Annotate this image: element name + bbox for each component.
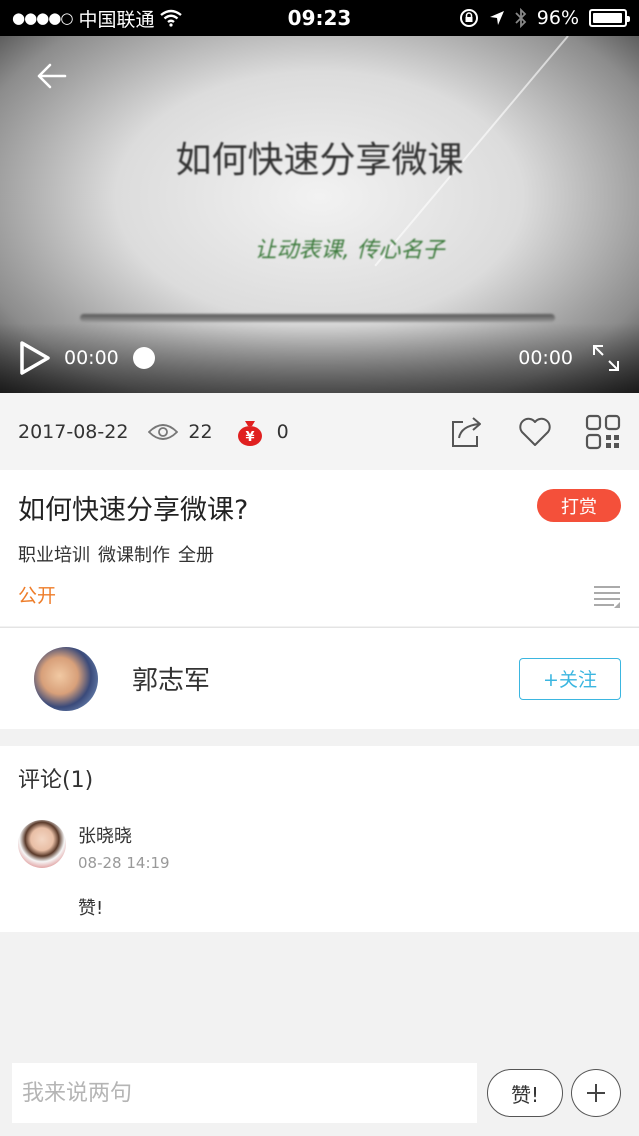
back-arrow-icon bbox=[37, 63, 67, 89]
author-card: 郭志军 +关注 bbox=[0, 627, 639, 729]
time-current: 00:00 bbox=[64, 347, 119, 369]
share-icon[interactable] bbox=[449, 414, 485, 450]
comment-input-bar: 赞! bbox=[0, 1050, 639, 1136]
visibility-label: 公开 bbox=[18, 585, 57, 607]
author-name[interactable]: 郭志军 bbox=[132, 660, 210, 697]
tag[interactable]: 微课制作 bbox=[98, 541, 170, 567]
time-total: 00:00 bbox=[518, 347, 573, 369]
wifi-icon bbox=[160, 9, 183, 27]
battery-icon bbox=[589, 9, 630, 27]
meta-actions bbox=[417, 414, 621, 450]
course-info-card: 如何快速分享微课? 打赏 职业培训 微课制作 全册 公开 bbox=[0, 470, 639, 626]
video-slide-bar bbox=[80, 314, 555, 322]
video-player[interactable]: 如何快速分享微课 让动表课, 传心名子 00:00 00:00 bbox=[0, 36, 639, 393]
commenter-avatar[interactable] bbox=[18, 820, 66, 868]
video-slide-subtitle: 让动表课, 传心名子 bbox=[254, 238, 445, 263]
svg-text:¥: ¥ bbox=[245, 430, 254, 445]
comment-input[interactable] bbox=[12, 1063, 477, 1123]
list-icon[interactable] bbox=[593, 584, 621, 608]
rewards-item: ¥ 0 bbox=[235, 417, 289, 447]
tag[interactable]: 全册 bbox=[178, 541, 214, 567]
heart-icon[interactable] bbox=[517, 414, 553, 450]
comment-text: 赞! bbox=[78, 898, 104, 919]
view-count: 22 bbox=[188, 420, 213, 443]
meta-row: 2017-08-22 22 ¥ 0 bbox=[0, 393, 639, 470]
rotation-lock-icon bbox=[459, 9, 478, 27]
reward-button[interactable]: 打赏 bbox=[537, 489, 621, 522]
status-left: ●●●●○ 中国联通 bbox=[12, 5, 242, 32]
eye-icon bbox=[148, 423, 179, 440]
comment-time: 08-28 14:19 bbox=[78, 854, 170, 872]
back-button[interactable] bbox=[30, 54, 74, 98]
publish-date: 2017-08-22 bbox=[18, 420, 129, 443]
comments-card: 评论(1) 张晓晓 08-28 14:19 赞! bbox=[0, 746, 639, 932]
status-right: 96% bbox=[459, 7, 630, 29]
comment-body: 张晓晓 08-28 14:19 赞! bbox=[78, 820, 170, 920]
add-button[interactable] bbox=[571, 1069, 621, 1117]
fullscreen-icon[interactable] bbox=[591, 343, 621, 373]
progress-slider[interactable] bbox=[132, 347, 155, 369]
follow-button[interactable]: +关注 bbox=[519, 657, 621, 700]
location-icon bbox=[489, 11, 504, 25]
battery-fill bbox=[593, 13, 622, 23]
plus-icon bbox=[587, 1084, 605, 1102]
money-bag-icon: ¥ bbox=[237, 420, 262, 446]
signal-strength-icon: ●●●●○ bbox=[12, 9, 73, 27]
qr-code-icon[interactable] bbox=[585, 414, 621, 450]
status-bar: ●●●●○ 中国联通 09:23 96% bbox=[0, 0, 639, 36]
commenter-name[interactable]: 张晓晓 bbox=[78, 822, 170, 848]
like-button[interactable]: 赞! bbox=[487, 1069, 563, 1117]
video-slide-title: 如何快速分享微课 bbox=[175, 140, 464, 181]
tag[interactable]: 职业培训 bbox=[18, 541, 90, 567]
reward-count: 0 bbox=[276, 420, 289, 443]
author-avatar[interactable] bbox=[34, 646, 98, 711]
battery-percent: 96% bbox=[536, 7, 579, 29]
bluetooth-icon bbox=[515, 8, 527, 28]
carrier-name: 中国联通 bbox=[78, 8, 155, 31]
views-item: 22 bbox=[148, 421, 234, 443]
comment-item: 张晓晓 08-28 14:19 赞! bbox=[18, 820, 621, 920]
play-icon[interactable] bbox=[18, 340, 52, 376]
comments-header: 评论(1) bbox=[18, 768, 94, 793]
tag-list: 职业培训 微课制作 全册 bbox=[18, 541, 621, 567]
player-controls: 00:00 00:00 bbox=[0, 323, 639, 393]
course-title: 如何快速分享微课? bbox=[18, 495, 249, 526]
